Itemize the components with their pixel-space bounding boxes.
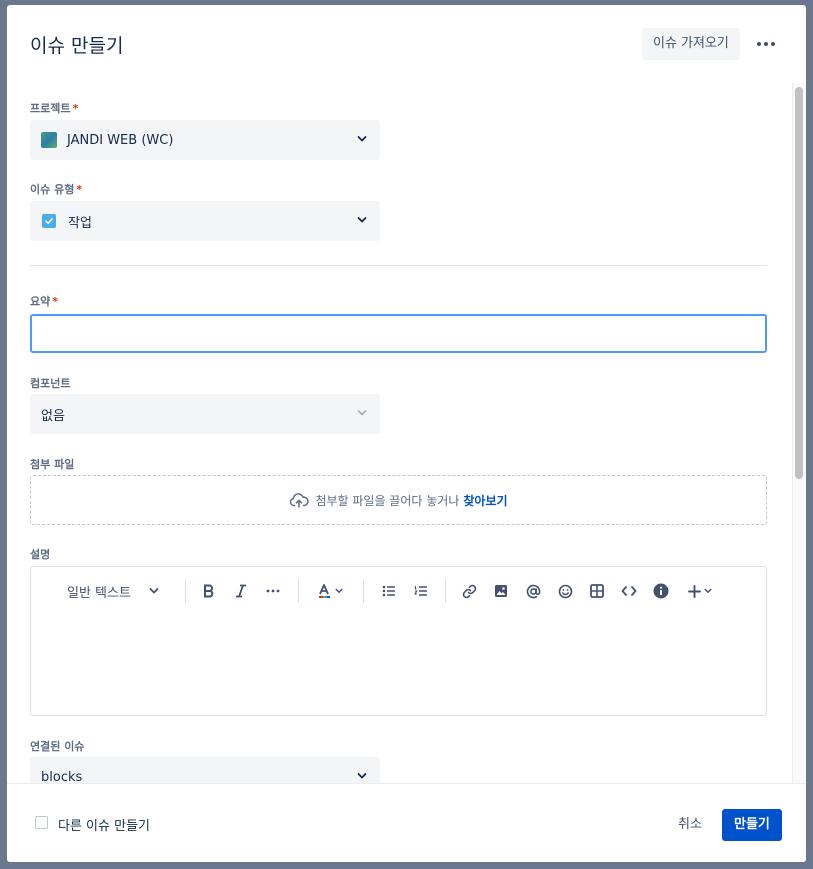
issue-type-value: 작업 <box>68 215 92 231</box>
summary-input[interactable] <box>30 314 767 353</box>
component-select[interactable]: 없음 <box>30 394 380 434</box>
project-label: 프로젝트 * <box>30 102 79 115</box>
linked-issues-value: blocks <box>41 769 83 784</box>
issue-type-select[interactable]: 작업 <box>30 201 380 241</box>
toolbar-separator <box>445 579 446 603</box>
create-another-checkbox[interactable] <box>35 816 48 829</box>
modal-body: 프로젝트 * JANDI WEB (WC) 이슈 유형 * 작업 요약 * 컴포넌트 … <box>7 83 793 783</box>
summary-label: 요약 * <box>30 295 59 308</box>
linked-issues-select[interactable]: blocks <box>30 757 380 783</box>
chevron-down-icon <box>357 136 367 142</box>
code-icon[interactable] <box>617 579 641 603</box>
mention-icon[interactable] <box>521 579 545 603</box>
browse-link[interactable]: 찾아보기 <box>463 492 507 509</box>
upload-cloud-icon <box>290 493 310 508</box>
more-formatting-icon[interactable] <box>261 579 285 603</box>
component-label: 컴포넌트 <box>30 377 71 390</box>
chevron-down-icon <box>149 588 159 594</box>
issue-type-label: 이슈 유형 * <box>30 183 83 196</box>
chevron-down-icon <box>357 410 367 416</box>
create-button[interactable]: 만들기 <box>722 809 782 841</box>
toolbar-separator <box>363 579 364 603</box>
numbered-list-icon[interactable] <box>409 579 433 603</box>
attachment-dropzone[interactable]: 첨부할 파일을 끌어다 놓거나 찾아보기 <box>30 475 767 525</box>
attachment-drop-text: 첨부할 파일을 끌어다 놓거나 <box>315 493 460 508</box>
italic-icon[interactable] <box>229 579 253 603</box>
chevron-down-icon <box>357 217 367 223</box>
modal-header: 이슈 만들기 이슈 가져오기 <box>7 5 806 83</box>
insert-more-icon[interactable] <box>683 579 717 603</box>
toolbar-separator <box>185 579 186 603</box>
modal-title: 이슈 만들기 <box>30 35 124 57</box>
task-check-icon <box>42 214 56 228</box>
linked-issues-label: 연결된 이슈 <box>30 740 85 753</box>
cancel-button[interactable]: 취소 <box>668 809 712 841</box>
table-icon[interactable] <box>585 579 609 603</box>
component-value: 없음 <box>41 408 65 424</box>
chevron-down-icon <box>357 773 367 779</box>
project-avatar-icon <box>41 132 57 148</box>
modal-footer: 다른 이슈 만들기 취소 만들기 <box>7 783 806 862</box>
bold-icon[interactable] <box>197 579 221 603</box>
attachment-label: 첨부 파일 <box>30 458 75 471</box>
project-value: JANDI WEB (WC) <box>67 132 174 148</box>
section-divider <box>30 265 767 266</box>
import-issues-button[interactable]: 이슈 가져오기 <box>642 28 740 60</box>
link-icon[interactable] <box>457 579 481 603</box>
description-editor[interactable]: 일반 텍스트 <box>30 566 767 716</box>
project-select[interactable]: JANDI WEB (WC) <box>30 120 380 160</box>
emoji-icon[interactable] <box>553 579 577 603</box>
info-panel-icon[interactable] <box>649 579 673 603</box>
text-style-dropdown[interactable]: 일반 텍스트 <box>59 579 169 603</box>
toolbar-separator <box>298 579 299 603</box>
editor-toolbar: 일반 텍스트 <box>31 567 766 615</box>
more-options-icon[interactable] <box>752 32 780 56</box>
text-color-icon[interactable] <box>313 579 347 603</box>
image-icon[interactable] <box>489 579 513 603</box>
description-label: 설명 <box>30 548 51 561</box>
create-another-label[interactable]: 다른 이슈 만들기 <box>58 815 150 834</box>
scrollbar-thumb[interactable] <box>795 87 803 479</box>
create-issue-modal: 이슈 만들기 이슈 가져오기 프로젝트 * JANDI WEB (WC) 이슈 유… <box>7 5 806 862</box>
bullet-list-icon[interactable] <box>377 579 401 603</box>
text-style-value: 일반 텍스트 <box>67 585 131 601</box>
